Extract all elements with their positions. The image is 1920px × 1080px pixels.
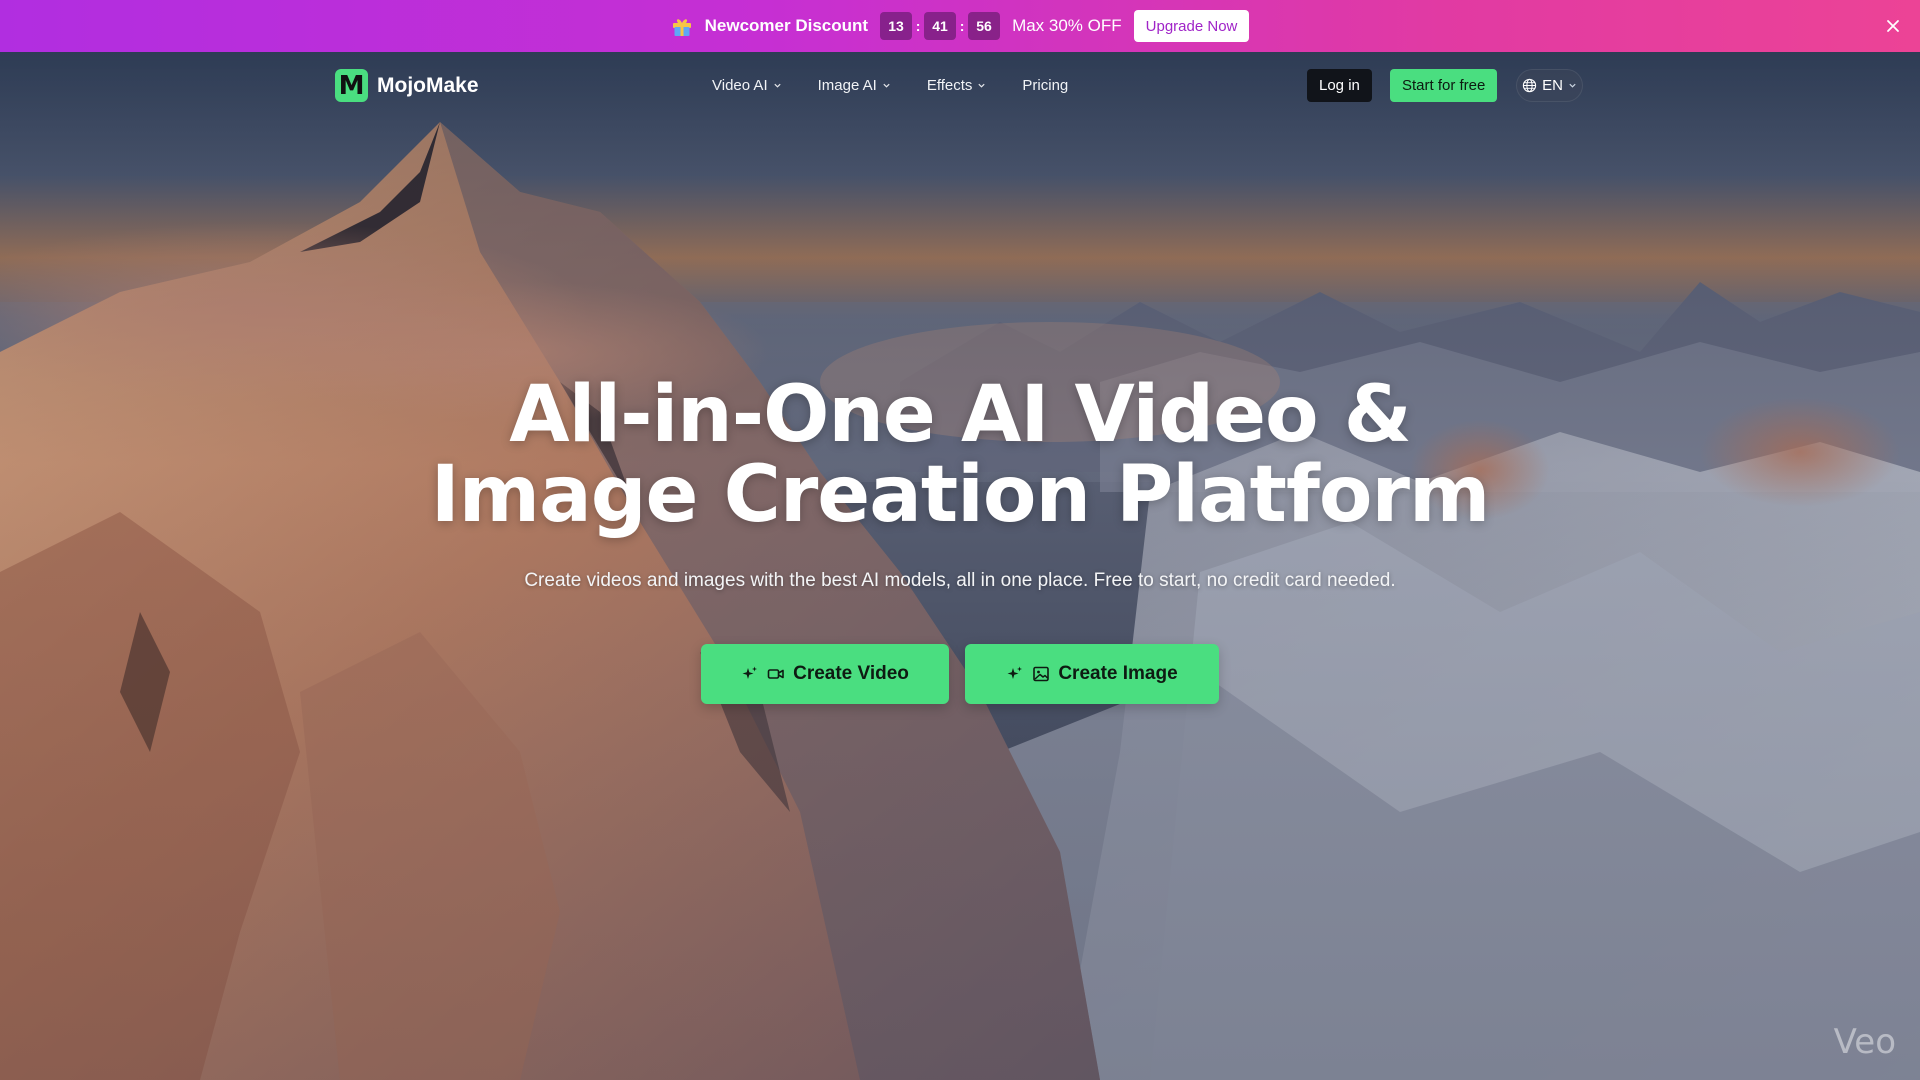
main-menu: Video AI Image AI Effects Pricing [712, 52, 1104, 118]
countdown-hours: 13 [880, 12, 913, 40]
promo-banner: Newcomer Discount 13 : 41 : 56 Max 30% O… [0, 0, 1920, 52]
menu-item-label: Pricing [1022, 76, 1069, 94]
hero-headline-line-2: Image Creation Platform [430, 450, 1490, 540]
hero-section: Veo [0, 52, 1920, 1080]
login-button[interactable]: Log in [1307, 69, 1372, 102]
upgrade-now-button[interactable]: Upgrade Now [1133, 10, 1250, 42]
countdown-minutes: 41 [924, 12, 957, 40]
create-video-button[interactable]: Create Video [701, 644, 949, 704]
create-image-label: Create Image [1058, 663, 1178, 684]
brand-logo-icon: M [335, 69, 368, 102]
brand-name: MojoMake [377, 73, 479, 97]
menu-item-video-ai[interactable]: Video AI [712, 77, 782, 94]
promo-title: Newcomer Discount [704, 16, 869, 35]
create-video-label: Create Video [793, 663, 909, 684]
chevron-down-icon [978, 83, 986, 88]
chevron-down-icon [1569, 83, 1576, 88]
countdown-separator: : [959, 18, 965, 34]
top-navbar: M MojoMake Video AI Image AI Effects Pri… [0, 52, 1920, 118]
promo-discount: Max 30% OFF [1012, 16, 1122, 35]
promo-content: Newcomer Discount 13 : 41 : 56 Max 30% O… [671, 10, 1250, 42]
language-label: EN [1542, 77, 1563, 94]
countdown-seconds: 56 [968, 12, 1001, 40]
menu-item-pricing[interactable]: Pricing [1022, 77, 1068, 94]
sparkles-icon [742, 666, 758, 679]
sparkles-icon [1007, 666, 1023, 679]
menu-item-image-ai[interactable]: Image AI [818, 77, 891, 94]
globe-icon [1522, 78, 1537, 93]
gift-icon [672, 19, 691, 36]
hero-overlay [0, 52, 1920, 1080]
image-icon [1033, 666, 1050, 682]
chevron-down-icon [773, 83, 781, 88]
hero-headline: All-in-One AI Video & Image Creation Pla… [0, 375, 1920, 535]
close-icon[interactable] [1882, 15, 1904, 37]
hero-subheadline: Create videos and images with the best A… [524, 570, 1396, 591]
hero-cta-row: Create Video Create Image [0, 644, 1920, 704]
countdown-separator: : [915, 18, 921, 34]
brand-logo-link[interactable]: M MojoMake [335, 69, 479, 102]
video-watermark: Veo [1833, 1022, 1896, 1062]
start-for-free-button[interactable]: Start for free [1390, 69, 1498, 102]
create-image-button[interactable]: Create Image [965, 644, 1219, 704]
video-camera-icon [767, 669, 784, 679]
menu-item-label: Image AI [817, 76, 877, 94]
language-selector[interactable]: EN [1516, 69, 1583, 102]
menu-item-label: Effects [926, 76, 973, 94]
menu-item-effects[interactable]: Effects [927, 77, 987, 94]
menu-item-label: Video AI [712, 76, 768, 94]
hero-headline-line-1: All-in-One AI Video & [509, 370, 1412, 460]
chevron-down-icon [883, 83, 890, 88]
